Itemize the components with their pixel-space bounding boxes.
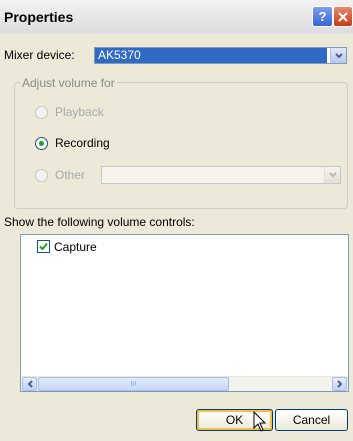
horizontal-scrollbar[interactable]: III (21, 376, 348, 391)
help-button[interactable]: ? (312, 6, 333, 27)
chevron-left-icon (27, 380, 33, 388)
capture-label: Capture (54, 240, 97, 254)
other-dropdown-button[interactable] (324, 167, 340, 183)
mixer-device-select[interactable]: AK5370 (94, 47, 347, 64)
adjust-volume-legend: Adjust volume for (20, 76, 117, 90)
scroll-right-button[interactable] (332, 377, 347, 391)
help-icon: ? (318, 9, 327, 24)
volume-controls-list[interactable]: Capture III (20, 234, 349, 392)
playback-radio[interactable] (35, 106, 48, 119)
other-label: Other (55, 168, 86, 182)
mixer-device-label: Mixer device: (4, 48, 75, 62)
window-title: Properties (4, 9, 74, 25)
chevron-down-icon (334, 52, 343, 58)
checkmark-icon (39, 242, 48, 251)
close-button[interactable] (333, 6, 353, 27)
mouse-cursor-icon (253, 411, 267, 432)
ok-label: OK (225, 413, 244, 427)
playback-label: Playback (55, 105, 104, 119)
close-icon (338, 11, 348, 22)
radio-selected-dot (39, 141, 44, 146)
cancel-button[interactable]: Cancel (275, 409, 348, 431)
title-bar[interactable]: Properties ? (0, 0, 353, 34)
scroll-thumb[interactable]: III (38, 377, 229, 391)
mixer-dropdown-button[interactable] (330, 48, 346, 63)
recording-radio[interactable] (35, 137, 48, 150)
mixer-device-value: AK5370 (95, 48, 327, 63)
capture-checkbox[interactable] (37, 240, 50, 253)
scroll-thumb-grip: III (130, 380, 137, 388)
cancel-label: Cancel (292, 413, 331, 427)
volume-controls-label: Show the following volume controls: (4, 215, 195, 229)
scroll-left-button[interactable] (22, 377, 37, 391)
other-radio[interactable] (35, 169, 48, 182)
other-select[interactable] (101, 166, 341, 184)
chevron-down-icon (328, 172, 337, 178)
chevron-right-icon (336, 380, 342, 388)
recording-label: Recording (55, 136, 110, 150)
